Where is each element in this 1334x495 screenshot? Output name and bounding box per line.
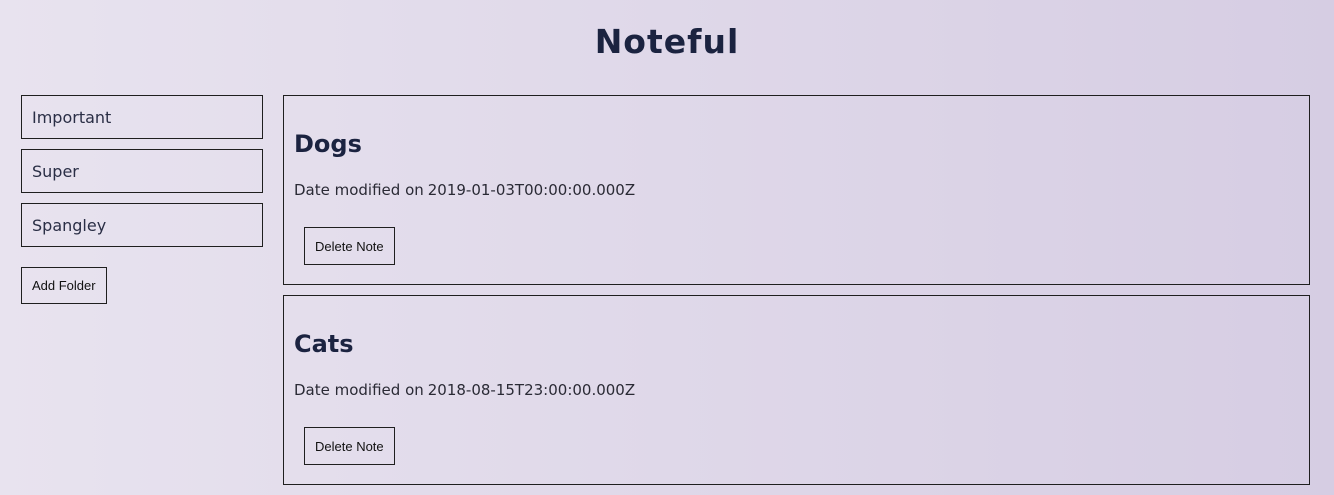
delete-note-button[interactable]: Delete Note bbox=[304, 427, 395, 465]
folder-sidebar: Important Super Spangley Add Folder bbox=[21, 95, 263, 304]
note-card: Cats Date modified on 2018-08-15T23:00:00… bbox=[283, 295, 1310, 485]
folder-item-super[interactable]: Super bbox=[21, 149, 263, 193]
note-date: Date modified on 2018-08-15T23:00:00.000Z bbox=[294, 380, 635, 400]
folder-item-label: Super bbox=[32, 161, 79, 181]
folder-item-label: Spangley bbox=[32, 215, 107, 235]
note-card: Dogs Date modified on 2019-01-03T00:00:00… bbox=[283, 95, 1310, 285]
note-date: Date modified on 2019-01-03T00:00:00.000Z bbox=[294, 180, 635, 200]
note-title-link[interactable]: Cats bbox=[294, 328, 354, 360]
folder-item-important[interactable]: Important bbox=[21, 95, 263, 139]
note-title-link[interactable]: Dogs bbox=[294, 128, 362, 160]
add-folder-button[interactable]: Add Folder bbox=[21, 267, 107, 304]
note-date-value: 2019-01-03T00:00:00.000Z bbox=[427, 181, 636, 199]
notes-list: Dogs Date modified on 2019-01-03T00:00:00… bbox=[283, 95, 1310, 495]
note-date-label: Date modified on bbox=[294, 181, 424, 199]
note-date-label: Date modified on bbox=[294, 381, 424, 399]
folder-item-spangley[interactable]: Spangley bbox=[21, 203, 263, 247]
app-title: Noteful bbox=[594, 22, 740, 61]
delete-note-button[interactable]: Delete Note bbox=[304, 227, 395, 265]
note-date-value: 2018-08-15T23:00:00.000Z bbox=[427, 381, 636, 399]
folder-item-label: Important bbox=[32, 107, 112, 127]
